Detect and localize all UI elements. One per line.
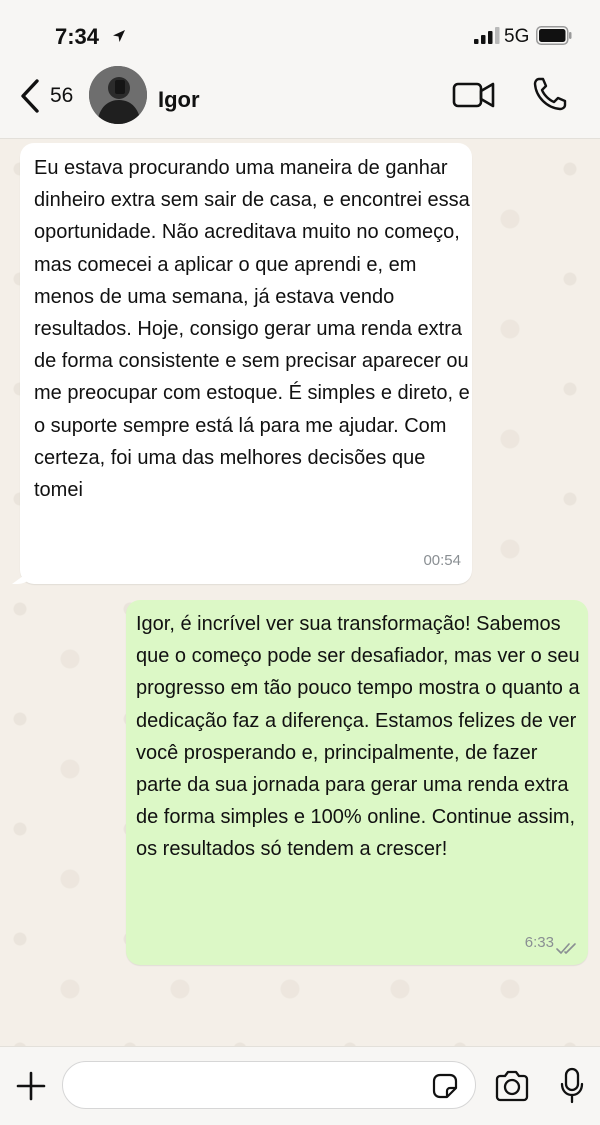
- network-label: 5G: [504, 26, 530, 47]
- message-time: 6:33: [524, 933, 554, 951]
- sticker-icon[interactable]: [430, 1071, 460, 1101]
- chevron-left-icon: [21, 79, 39, 113]
- double-check-icon: [556, 943, 576, 954]
- status-time: 7:34: [55, 24, 100, 49]
- top-bar: 7:34 5G 56 Igor: [0, 0, 600, 139]
- video-camera-icon[interactable]: [450, 77, 498, 113]
- message-input[interactable]: [62, 1061, 476, 1109]
- phone-icon[interactable]: [530, 74, 570, 114]
- plus-icon[interactable]: [16, 1071, 46, 1101]
- message-text: Eu estava procurando uma maneira de ganh…: [34, 157, 470, 502]
- unread-count: 56: [50, 84, 74, 107]
- chat-area[interactable]: Eu estava procurando uma maneira de ganh…: [0, 139, 600, 1046]
- message-time: 00:54: [423, 551, 461, 569]
- signal-bars-icon: [474, 27, 500, 44]
- camera-icon[interactable]: [494, 1070, 530, 1102]
- microphone-icon[interactable]: [560, 1067, 584, 1105]
- location-arrow-icon: [113, 30, 125, 42]
- outgoing-message[interactable]: Igor, é incrível ver sua transformação! …: [126, 600, 588, 965]
- contact-name[interactable]: Igor: [158, 87, 200, 113]
- battery-icon: [536, 26, 572, 45]
- message-text: Igor, é incrível ver sua transformação! …: [136, 613, 580, 861]
- bubble-tail: [12, 568, 34, 584]
- incoming-message[interactable]: Eu estava procurando uma maneira de ganh…: [12, 143, 472, 584]
- avatar[interactable]: [89, 66, 147, 124]
- back-button[interactable]: 56: [18, 74, 88, 118]
- input-bar: [0, 1046, 600, 1125]
- avatar-photo: [89, 66, 147, 124]
